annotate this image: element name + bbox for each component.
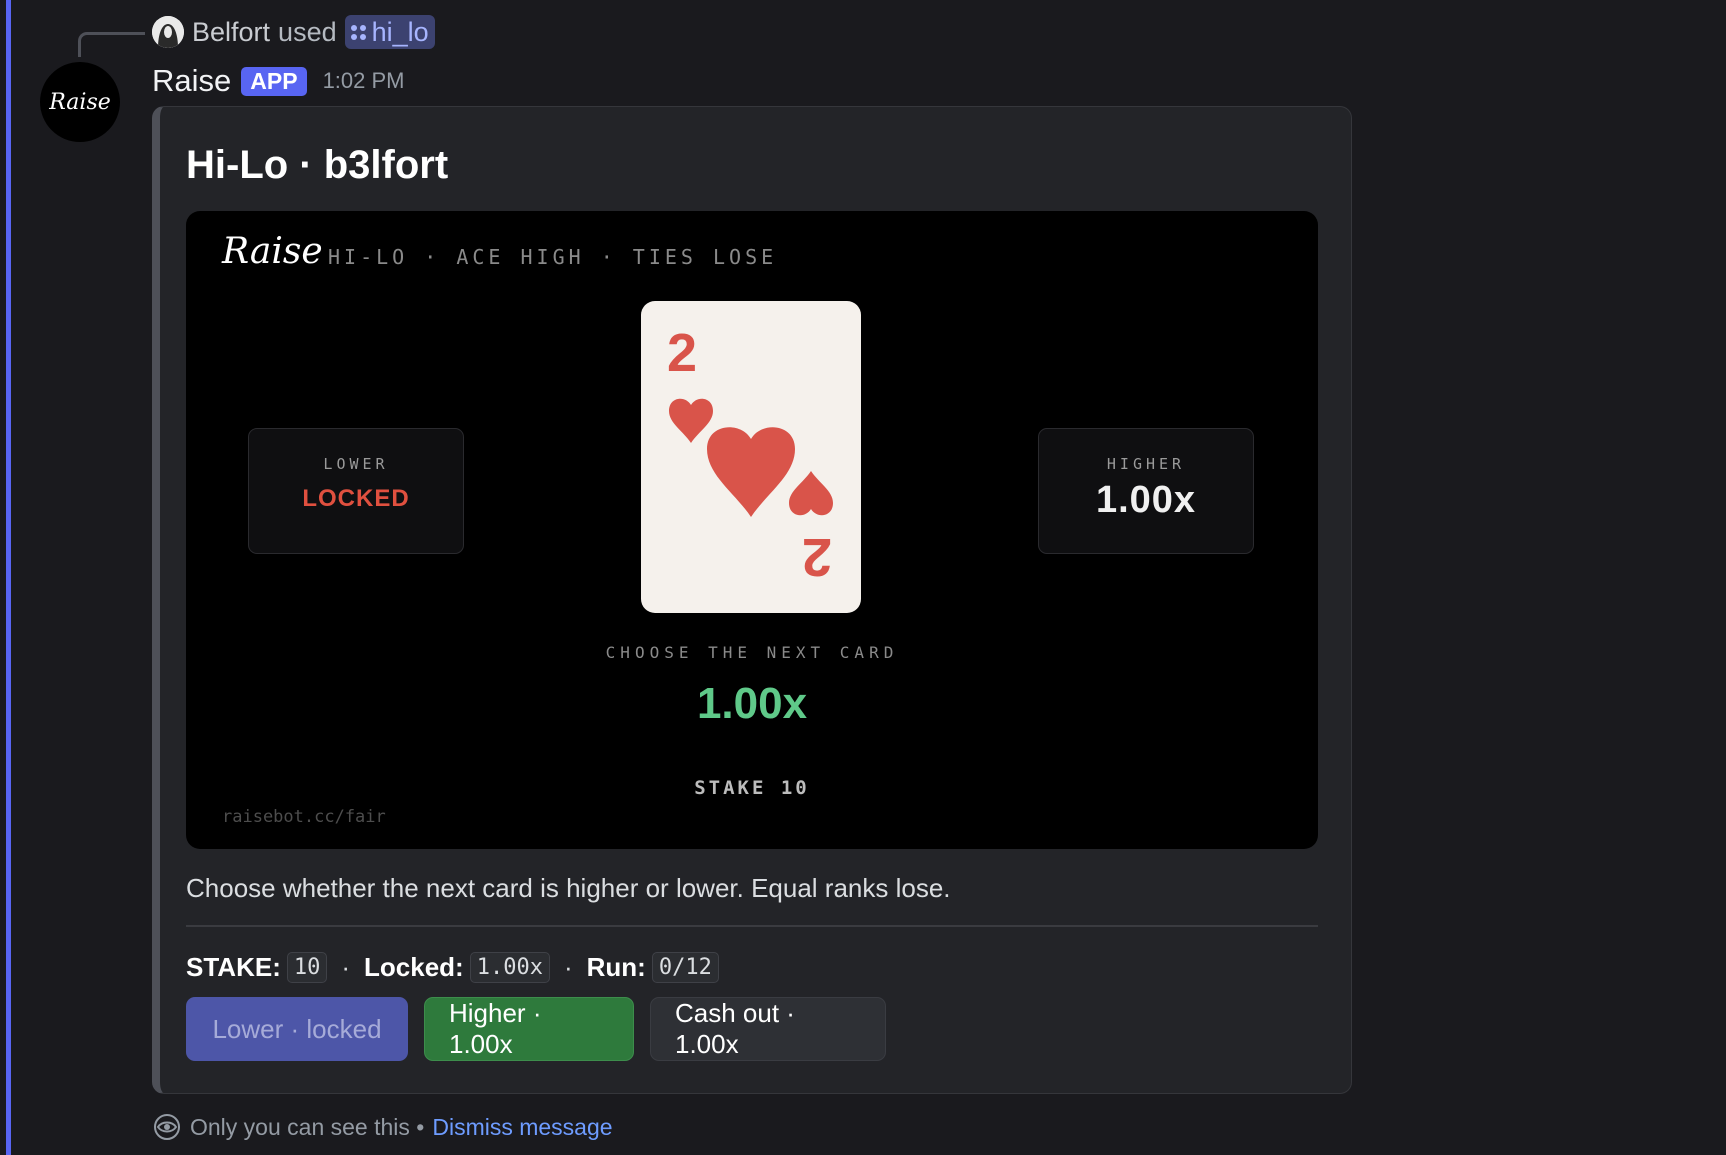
- slash-command-name: hi_lo: [371, 16, 429, 47]
- stake-stat-value: 10: [286, 951, 328, 983]
- message-header: Raise APP 1:02 PM: [152, 60, 405, 102]
- lower-label: LOWER: [323, 455, 389, 473]
- lower-button[interactable]: Lower · locked: [186, 997, 408, 1061]
- bot-avatar[interactable]: Raise: [40, 62, 120, 142]
- reply-username[interactable]: Belfort: [192, 17, 270, 48]
- game-image: Raise HI-LO · ACE HIGH · TIES LOSE LOWER…: [186, 211, 1318, 849]
- eye-icon: [152, 1112, 182, 1142]
- ephemeral-notice: Only you can see this • Dismiss message: [152, 1110, 613, 1144]
- embed-description: Choose whether the next card is higher o…: [186, 873, 951, 903]
- stake-stat-label: STAKE:: [186, 951, 281, 982]
- higher-label: HIGHER: [1106, 455, 1186, 473]
- stat-separator: ·: [341, 951, 351, 982]
- cash-out-button[interactable]: Cash out · 1.00x: [650, 997, 886, 1061]
- ephemeral-text: Only you can see this •: [190, 1113, 425, 1140]
- choose-next-card-label: CHOOSE THE NEXT CARD: [605, 643, 899, 662]
- reply-user-avatar[interactable]: [152, 16, 184, 48]
- playing-card: 2 2: [641, 301, 861, 613]
- reply-used-text: used: [278, 16, 337, 47]
- dismiss-message-link[interactable]: Dismiss message: [432, 1114, 612, 1141]
- game-stats: STAKE: 10 · Locked: 1.00x · Run: 0/12: [186, 947, 719, 987]
- locked-stat-value: 1.00x: [469, 951, 550, 983]
- run-stat-value: 0/12: [651, 951, 719, 983]
- heart-suit-icon: 2 2: [667, 323, 833, 587]
- embed-title: Hi-Lo · b3lfort: [186, 143, 449, 187]
- game-logo: Raise: [222, 231, 323, 272]
- app-command-icon: [350, 24, 366, 40]
- stake-label: STAKE 10: [694, 777, 810, 799]
- message-timestamp[interactable]: 1:02 PM: [323, 68, 405, 94]
- game-tagline: HI-LO · ACE HIGH · TIES LOSE: [328, 245, 778, 269]
- higher-panel: HIGHER 1.00x: [1038, 428, 1254, 554]
- lower-panel: LOWER LOCKED: [248, 428, 464, 554]
- message-highlight-bar: [6, 0, 11, 1155]
- app-badge: APP: [241, 66, 307, 96]
- embed-divider: [186, 925, 1318, 927]
- stat-separator: ·: [563, 951, 573, 982]
- bot-avatar-logo: Raise: [49, 89, 111, 115]
- card-rank-bottom: 2: [802, 527, 832, 587]
- current-multiplier: 1.00x: [696, 679, 808, 728]
- higher-button[interactable]: Higher · 1.00x: [424, 997, 634, 1061]
- lower-status: LOCKED: [302, 485, 410, 512]
- fairness-link: raisebot.cc/fair: [222, 807, 386, 827]
- run-stat-label: Run:: [586, 951, 646, 982]
- action-buttons: Lower · locked Higher · 1.00x Cash out ·…: [186, 997, 886, 1061]
- reply-connector: [78, 32, 145, 57]
- higher-multiplier: 1.00x: [1095, 479, 1197, 521]
- bot-name[interactable]: Raise: [152, 63, 231, 99]
- slash-command-chip[interactable]: hi_lo: [344, 15, 435, 49]
- card-rank-top: 2: [667, 323, 697, 383]
- game-embed: Hi-Lo · b3lfort Raise HI-LO · ACE HIGH ·…: [152, 106, 1352, 1094]
- reply-context: Belfort used hi_lo: [152, 14, 435, 50]
- locked-stat-label: Locked:: [364, 951, 464, 982]
- user-avatar-icon: [152, 16, 184, 48]
